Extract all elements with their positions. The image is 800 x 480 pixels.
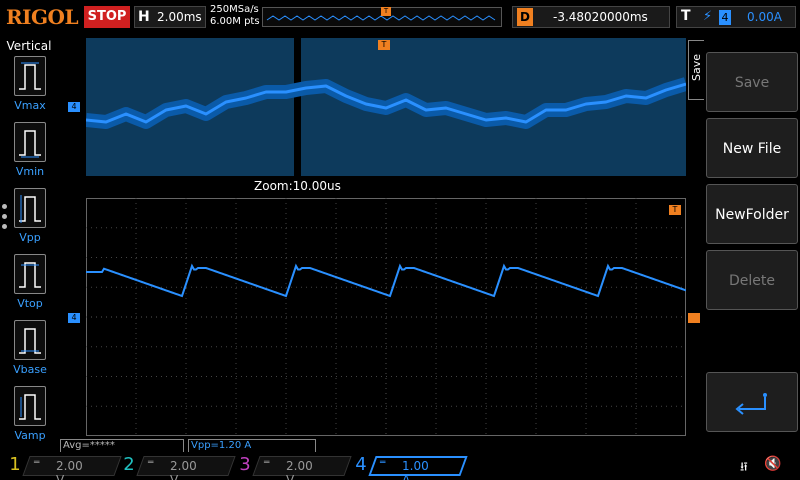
enter-button[interactable] (706, 372, 798, 432)
measure-vamp-button[interactable]: Vamp (6, 386, 54, 448)
measure-label: Vmin (15, 165, 45, 178)
timebase-value: 2.00ms (157, 10, 202, 24)
save-button[interactable]: Save (706, 52, 798, 112)
measure-vpp-button[interactable]: Vpp (6, 188, 54, 250)
channel-bar: 1 ═ 2.00 V 2 ═ 2.00 V 3 ═ 2.00 V 4 ═ 1.0… (0, 452, 800, 480)
save-menu: Save Save New File NewFolder Delete (688, 38, 800, 438)
channel4-waveform (86, 263, 687, 298)
pulse-icon (14, 188, 46, 228)
usb-icon: ⭿ (740, 460, 748, 474)
zoom-window-overview (85, 38, 689, 176)
measure-vtop-button[interactable]: Vtop (6, 254, 54, 316)
pulse-icon (14, 56, 46, 96)
horizontal-timebase-box[interactable]: H 2.00ms (134, 6, 206, 28)
measure-label: Vmax (14, 99, 46, 112)
channel-scale: 1.00 A (402, 459, 429, 480)
new-folder-button[interactable]: NewFolder (706, 184, 798, 244)
measure-label: Vbase (13, 363, 47, 376)
trigger-level-marker[interactable]: T (669, 205, 681, 215)
panel-title: Vertical (6, 39, 52, 53)
pulse-icon (14, 386, 46, 426)
pulse-icon (14, 122, 46, 162)
zoom-trigger-marker[interactable]: T (378, 40, 390, 50)
pulse-icon (14, 254, 46, 294)
measure-label: Vamp (14, 429, 46, 442)
new-file-button[interactable]: New File (706, 118, 798, 178)
main-waveform-grid (86, 198, 687, 436)
channel-scale: 2.00 V (170, 459, 197, 480)
trigger-label: T (681, 8, 691, 24)
coupling-icon: ═ (34, 458, 40, 468)
rising-edge-icon: ⚡ (703, 9, 713, 24)
speaker-mute-icon[interactable]: 🔇 (764, 456, 781, 472)
channel4-offset-marker[interactable]: 4 (68, 313, 80, 323)
zoom-timebase-label: Zoom:10.00us (254, 179, 341, 193)
coupling-icon: ═ (380, 458, 386, 468)
delete-button[interactable]: Delete (706, 250, 798, 310)
measure-vmax-button[interactable]: Vmax (6, 56, 54, 118)
menu-tab-label: Save (690, 53, 703, 81)
delay-box[interactable]: D -3.48020000ms (512, 6, 670, 28)
run-stop-indicator[interactable]: STOP (84, 6, 130, 28)
zoom-waveform (85, 38, 689, 176)
horizontal-label: H (138, 9, 150, 25)
measure-vbase-button[interactable]: Vbase (6, 320, 54, 382)
menu-tab[interactable]: Save (688, 40, 704, 100)
graticule (86, 198, 687, 436)
brand-logo: RIGOL (6, 5, 79, 29)
delay-label: D (517, 8, 533, 26)
measure-label: Vpp (19, 231, 41, 244)
waveform-overview: T (262, 7, 502, 27)
measurement-panel: Vertical Vmax Vmin Vpp Vtop Vbase Vamp (0, 36, 58, 452)
measure-label: Vtop (17, 297, 43, 310)
vpp-readout: Vpp=1.20 A (188, 439, 316, 452)
trigger-source: 4 (719, 10, 731, 25)
coupling-icon: ═ (264, 458, 270, 468)
overview-trigger-marker: T (381, 7, 391, 16)
memory-depth: 6.00M pts (210, 16, 260, 27)
zoom-channel4-marker[interactable]: 4 (68, 102, 80, 112)
measure-vmin-button[interactable]: Vmin (6, 122, 54, 184)
coupling-icon: ═ (148, 458, 154, 468)
channel-scale: 2.00 V (286, 459, 313, 480)
delay-value: -3.48020000ms (553, 10, 648, 24)
channel-scale: 2.00 V (56, 459, 83, 480)
enter-icon (735, 393, 767, 415)
pulse-icon (14, 320, 46, 360)
trigger-level: 0.00A (747, 10, 782, 24)
top-status-bar: RIGOL STOP H 2.00ms 250MSa/s 6.00M pts T… (0, 0, 800, 36)
average-readout: Avg=***** (60, 439, 184, 452)
acquisition-info: 250MSa/s 6.00M pts (210, 4, 260, 28)
sample-rate: 250MSa/s (210, 4, 259, 15)
trigger-box[interactable]: T ⚡ 4 0.00A (676, 6, 796, 28)
